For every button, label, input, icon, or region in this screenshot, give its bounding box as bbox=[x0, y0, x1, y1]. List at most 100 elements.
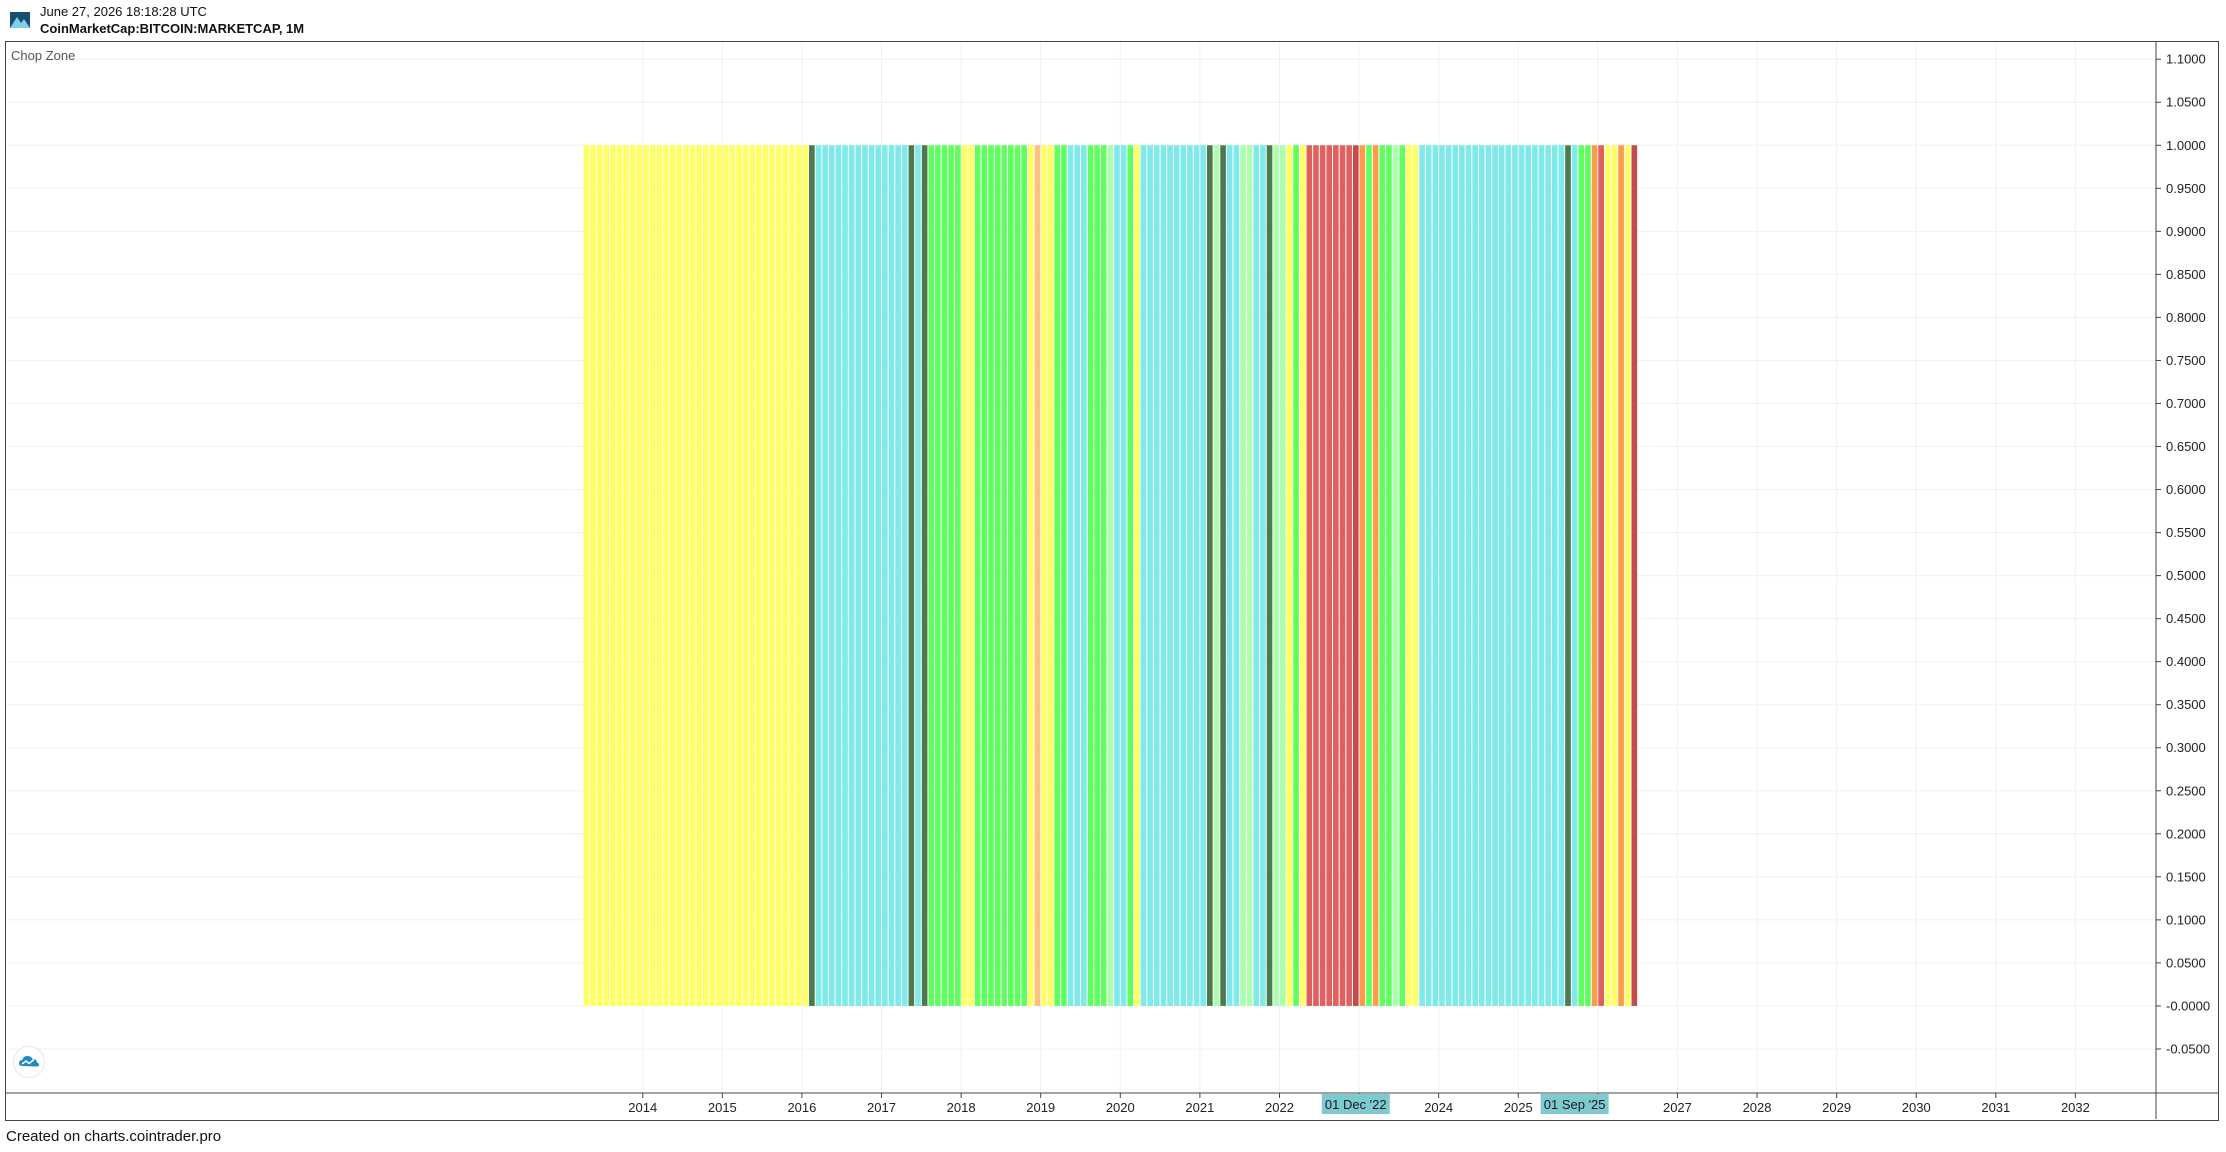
chop-zone-bar bbox=[1425, 145, 1432, 1006]
chop-zone-bar bbox=[1545, 145, 1551, 1006]
chop-zone-bar bbox=[1472, 145, 1478, 1006]
chop-zone-bar bbox=[610, 145, 616, 1006]
chop-zone-bar bbox=[603, 145, 610, 1006]
x-tick-label: 2032 bbox=[2061, 1100, 2090, 1115]
chop-zone-bar bbox=[1478, 145, 1485, 1006]
date-badge: 01 Sep '25 bbox=[1540, 1094, 1609, 1114]
chop-zone-bar bbox=[1379, 145, 1386, 1006]
chop-zone-bar bbox=[716, 145, 722, 1006]
chop-zone-bar bbox=[782, 145, 789, 1006]
chop-zone-bar bbox=[822, 145, 828, 1006]
date-badge-label: 01 Dec '22 bbox=[1325, 1097, 1387, 1112]
chop-zone-bar bbox=[862, 145, 868, 1006]
chop-zone-bar bbox=[1532, 145, 1538, 1006]
chop-zone-bar bbox=[1187, 145, 1193, 1006]
y-tick-label: 0.3000 bbox=[2166, 740, 2206, 755]
chop-zone-bar bbox=[809, 145, 815, 1006]
y-tick-label: -0.0500 bbox=[2166, 1041, 2210, 1056]
chop-zone-bar bbox=[775, 145, 782, 1006]
y-tick-label: -0.0000 bbox=[2166, 998, 2210, 1013]
chop-zone-bar bbox=[928, 145, 935, 1006]
chop-zone-bar bbox=[656, 145, 663, 1006]
chop-zone-bar bbox=[762, 145, 769, 1006]
chop-zone-bar bbox=[1598, 145, 1604, 1006]
chop-zone-bar bbox=[1260, 145, 1266, 1006]
chop-zone-bar bbox=[954, 145, 961, 1006]
chop-zone-bar bbox=[623, 145, 629, 1006]
y-tick-label: 0.9000 bbox=[2166, 224, 2206, 239]
chop-zone-bar bbox=[1313, 145, 1319, 1006]
chop-zone-bar bbox=[1021, 145, 1027, 1006]
chop-zone-bar bbox=[1061, 145, 1067, 1006]
chop-zone-bar bbox=[1346, 145, 1352, 1006]
chop-zone-bar bbox=[1107, 145, 1114, 1006]
chop-zone-bar bbox=[1266, 145, 1273, 1006]
chop-zone-bar bbox=[948, 145, 954, 1006]
chop-zone-bar bbox=[1041, 145, 1047, 1006]
chop-zone-bar bbox=[1014, 145, 1021, 1006]
x-tick-label: 2025 bbox=[1504, 1100, 1533, 1115]
chop-zone-bar bbox=[1439, 145, 1445, 1006]
chop-zone-bar bbox=[1273, 145, 1279, 1006]
chop-zone-bar bbox=[1160, 145, 1167, 1006]
chop-zone-bar bbox=[1094, 145, 1100, 1006]
x-tick-label: 2024 bbox=[1424, 1100, 1453, 1115]
y-tick-label: 0.8500 bbox=[2166, 267, 2206, 282]
y-tick-label: 0.4000 bbox=[2166, 654, 2206, 669]
x-tick-label: 2017 bbox=[867, 1100, 896, 1115]
chop-zone-bar bbox=[988, 145, 994, 1006]
chop-zone-bar bbox=[1027, 145, 1034, 1006]
x-tick-label: 2031 bbox=[1981, 1100, 2010, 1115]
chop-zone-bar bbox=[1339, 145, 1346, 1006]
chop-zone-bar bbox=[583, 145, 590, 1006]
chop-zone-bar bbox=[1193, 145, 1200, 1006]
chop-zone-bar bbox=[689, 145, 696, 1006]
chop-zone-bar bbox=[590, 145, 596, 1006]
chop-zone-bar bbox=[1392, 145, 1399, 1006]
chop-zone-chart[interactable]: 1.1000 1.0500 1.0000 0.9500 0.9000 0.8500 0.80… bbox=[0, 0, 2226, 1152]
time-axis[interactable]: 2014 2015 2016 2017 2018 2019 2020 2021 2022 2024… bbox=[628, 1093, 2090, 1115]
chop-zone-bar bbox=[636, 145, 643, 1006]
chop-zone-bar bbox=[888, 145, 895, 1006]
y-tick-label: 0.6500 bbox=[2166, 439, 2206, 454]
y-tick-label: 1.0500 bbox=[2166, 95, 2206, 110]
chop-zone-bar bbox=[1492, 145, 1498, 1006]
chop-zone-bar bbox=[1604, 145, 1611, 1006]
chop-zone-bar bbox=[1538, 145, 1545, 1006]
date-badge: 01 Dec '22 bbox=[1321, 1094, 1390, 1114]
chop-zone-bar bbox=[1246, 145, 1253, 1006]
chop-zone-bar bbox=[676, 145, 683, 1006]
chop-zone-bar bbox=[1293, 145, 1299, 1006]
chop-zone-bar bbox=[981, 145, 988, 1006]
chop-zone-bar bbox=[669, 145, 676, 1006]
chop-zone-bar bbox=[1333, 145, 1339, 1006]
x-tick-label: 2015 bbox=[708, 1100, 737, 1115]
chop-zone-bar bbox=[1167, 145, 1173, 1006]
x-tick-label: 2021 bbox=[1185, 1100, 1214, 1115]
chop-zone-bar bbox=[901, 145, 908, 1006]
chop-zone-bar bbox=[802, 145, 809, 1006]
chop-zone-bar bbox=[1220, 145, 1226, 1006]
chop-zone-bar bbox=[1054, 145, 1061, 1006]
chop-zone-bar bbox=[1207, 145, 1213, 1006]
chop-zone-bar bbox=[1571, 145, 1578, 1006]
x-tick-label: 2018 bbox=[947, 1100, 976, 1115]
chop-zone-bar bbox=[1034, 145, 1041, 1006]
cloud-button[interactable] bbox=[13, 1046, 45, 1078]
price-axis[interactable]: 1.1000 1.0500 1.0000 0.9500 0.9000 0.8500 0.80… bbox=[2156, 52, 2210, 1057]
chop-zone-bar bbox=[1319, 145, 1326, 1006]
chop-zone-bar bbox=[1611, 145, 1618, 1006]
y-tick-label: 1.0000 bbox=[2166, 138, 2206, 153]
chop-zone-bar bbox=[1001, 145, 1008, 1006]
chop-zone-bar bbox=[842, 145, 848, 1006]
y-tick-label: 0.8000 bbox=[2166, 310, 2206, 325]
chop-zone-bar bbox=[1399, 145, 1406, 1006]
chop-zone-bar bbox=[1213, 145, 1220, 1006]
chop-zone-bar bbox=[1067, 145, 1074, 1006]
chop-zone-bar bbox=[1452, 145, 1459, 1006]
x-tick-label: 2028 bbox=[1743, 1100, 1772, 1115]
chop-zone-bar bbox=[1173, 145, 1180, 1006]
chop-zone-bar bbox=[596, 145, 603, 1006]
y-tick-label: 0.3500 bbox=[2166, 697, 2206, 712]
chop-zone-bar bbox=[855, 145, 862, 1006]
